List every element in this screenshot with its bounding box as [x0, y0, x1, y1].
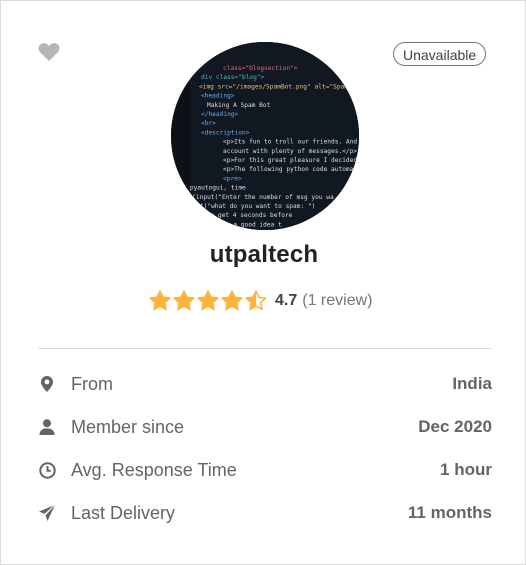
- paper-plane-icon: [38, 504, 56, 522]
- star-icon: [197, 290, 219, 311]
- favorite-heart-icon[interactable]: [38, 42, 60, 62]
- code-line: #we get 4 seconds before: [203, 212, 293, 219]
- star-icon: [221, 290, 243, 311]
- stat-value: 11 months: [407, 503, 492, 522]
- location-pin-icon: [38, 375, 56, 393]
- code-line: <p>The following python code automatical: [223, 166, 359, 173]
- code-line: ort pyautogui, time: [175, 185, 246, 192]
- stat-label: Member since: [71, 416, 185, 437]
- code-line: <pre>: [223, 175, 242, 182]
- username[interactable]: utpaltech: [1, 241, 526, 269]
- code-line: It is a good idea t: [211, 221, 282, 228]
- code-line: class="blogsection">: [223, 65, 298, 72]
- rating: 4.7 (1 review): [149, 289, 372, 313]
- stat-label: Avg. Response Time: [71, 459, 237, 480]
- code-line: <img src="/images/SpamBot.png" alt="Spam…: [199, 83, 359, 90]
- seller-card: Unavailable class="blogsection"> div clas…: [0, 0, 526, 565]
- stat-row-response-time: Avg. Response Time 1 hour: [38, 458, 492, 482]
- review-count[interactable]: (1 review): [302, 292, 372, 310]
- divider: [38, 348, 492, 349]
- code-line: account with plenty of messages.</p>: [223, 148, 357, 155]
- star-icon: [149, 290, 171, 311]
- code-line: int(input("Enter the number of msg you w…: [181, 194, 334, 201]
- code-line: <heading>: [201, 93, 235, 100]
- stat-label: Last Delivery: [71, 502, 176, 523]
- stat-row-last-delivery: Last Delivery 11 months: [38, 501, 492, 525]
- code-line: </heading>: [201, 111, 239, 118]
- code-line: input("what do you want to spam: "): [185, 203, 315, 210]
- code-line: <p>Its fun to troll our friends. And in …: [223, 139, 359, 146]
- star-rating: [149, 290, 267, 312]
- code-line: <p>For this great pleasure I decided to …: [223, 157, 359, 164]
- stat-value: Dec 2020: [418, 417, 492, 436]
- status-badge: Unavailable: [393, 42, 487, 66]
- code-line: Making A Spam Bot: [207, 102, 271, 109]
- stat-label: From: [71, 373, 113, 394]
- code-line: div class="blog">: [201, 74, 265, 81]
- code-line: <description>: [201, 129, 250, 136]
- stat-value: 1 hour: [440, 460, 492, 479]
- stat-row-from: From India: [38, 372, 492, 396]
- code-line: <br>: [201, 120, 216, 127]
- rating-score: 4.7: [275, 292, 298, 309]
- stat-row-member-since: Member since Dec 2020: [38, 415, 492, 439]
- clock-icon: [38, 461, 56, 479]
- star-icon: [173, 290, 195, 311]
- user-icon: [38, 418, 56, 436]
- avatar-code-image: class="blogsection"> div class="blog"> <im…: [171, 42, 359, 230]
- avatar[interactable]: class="blogsection"> div class="blog"> <im…: [171, 42, 359, 230]
- stat-value: India: [452, 374, 492, 393]
- star-icon: [245, 290, 267, 311]
